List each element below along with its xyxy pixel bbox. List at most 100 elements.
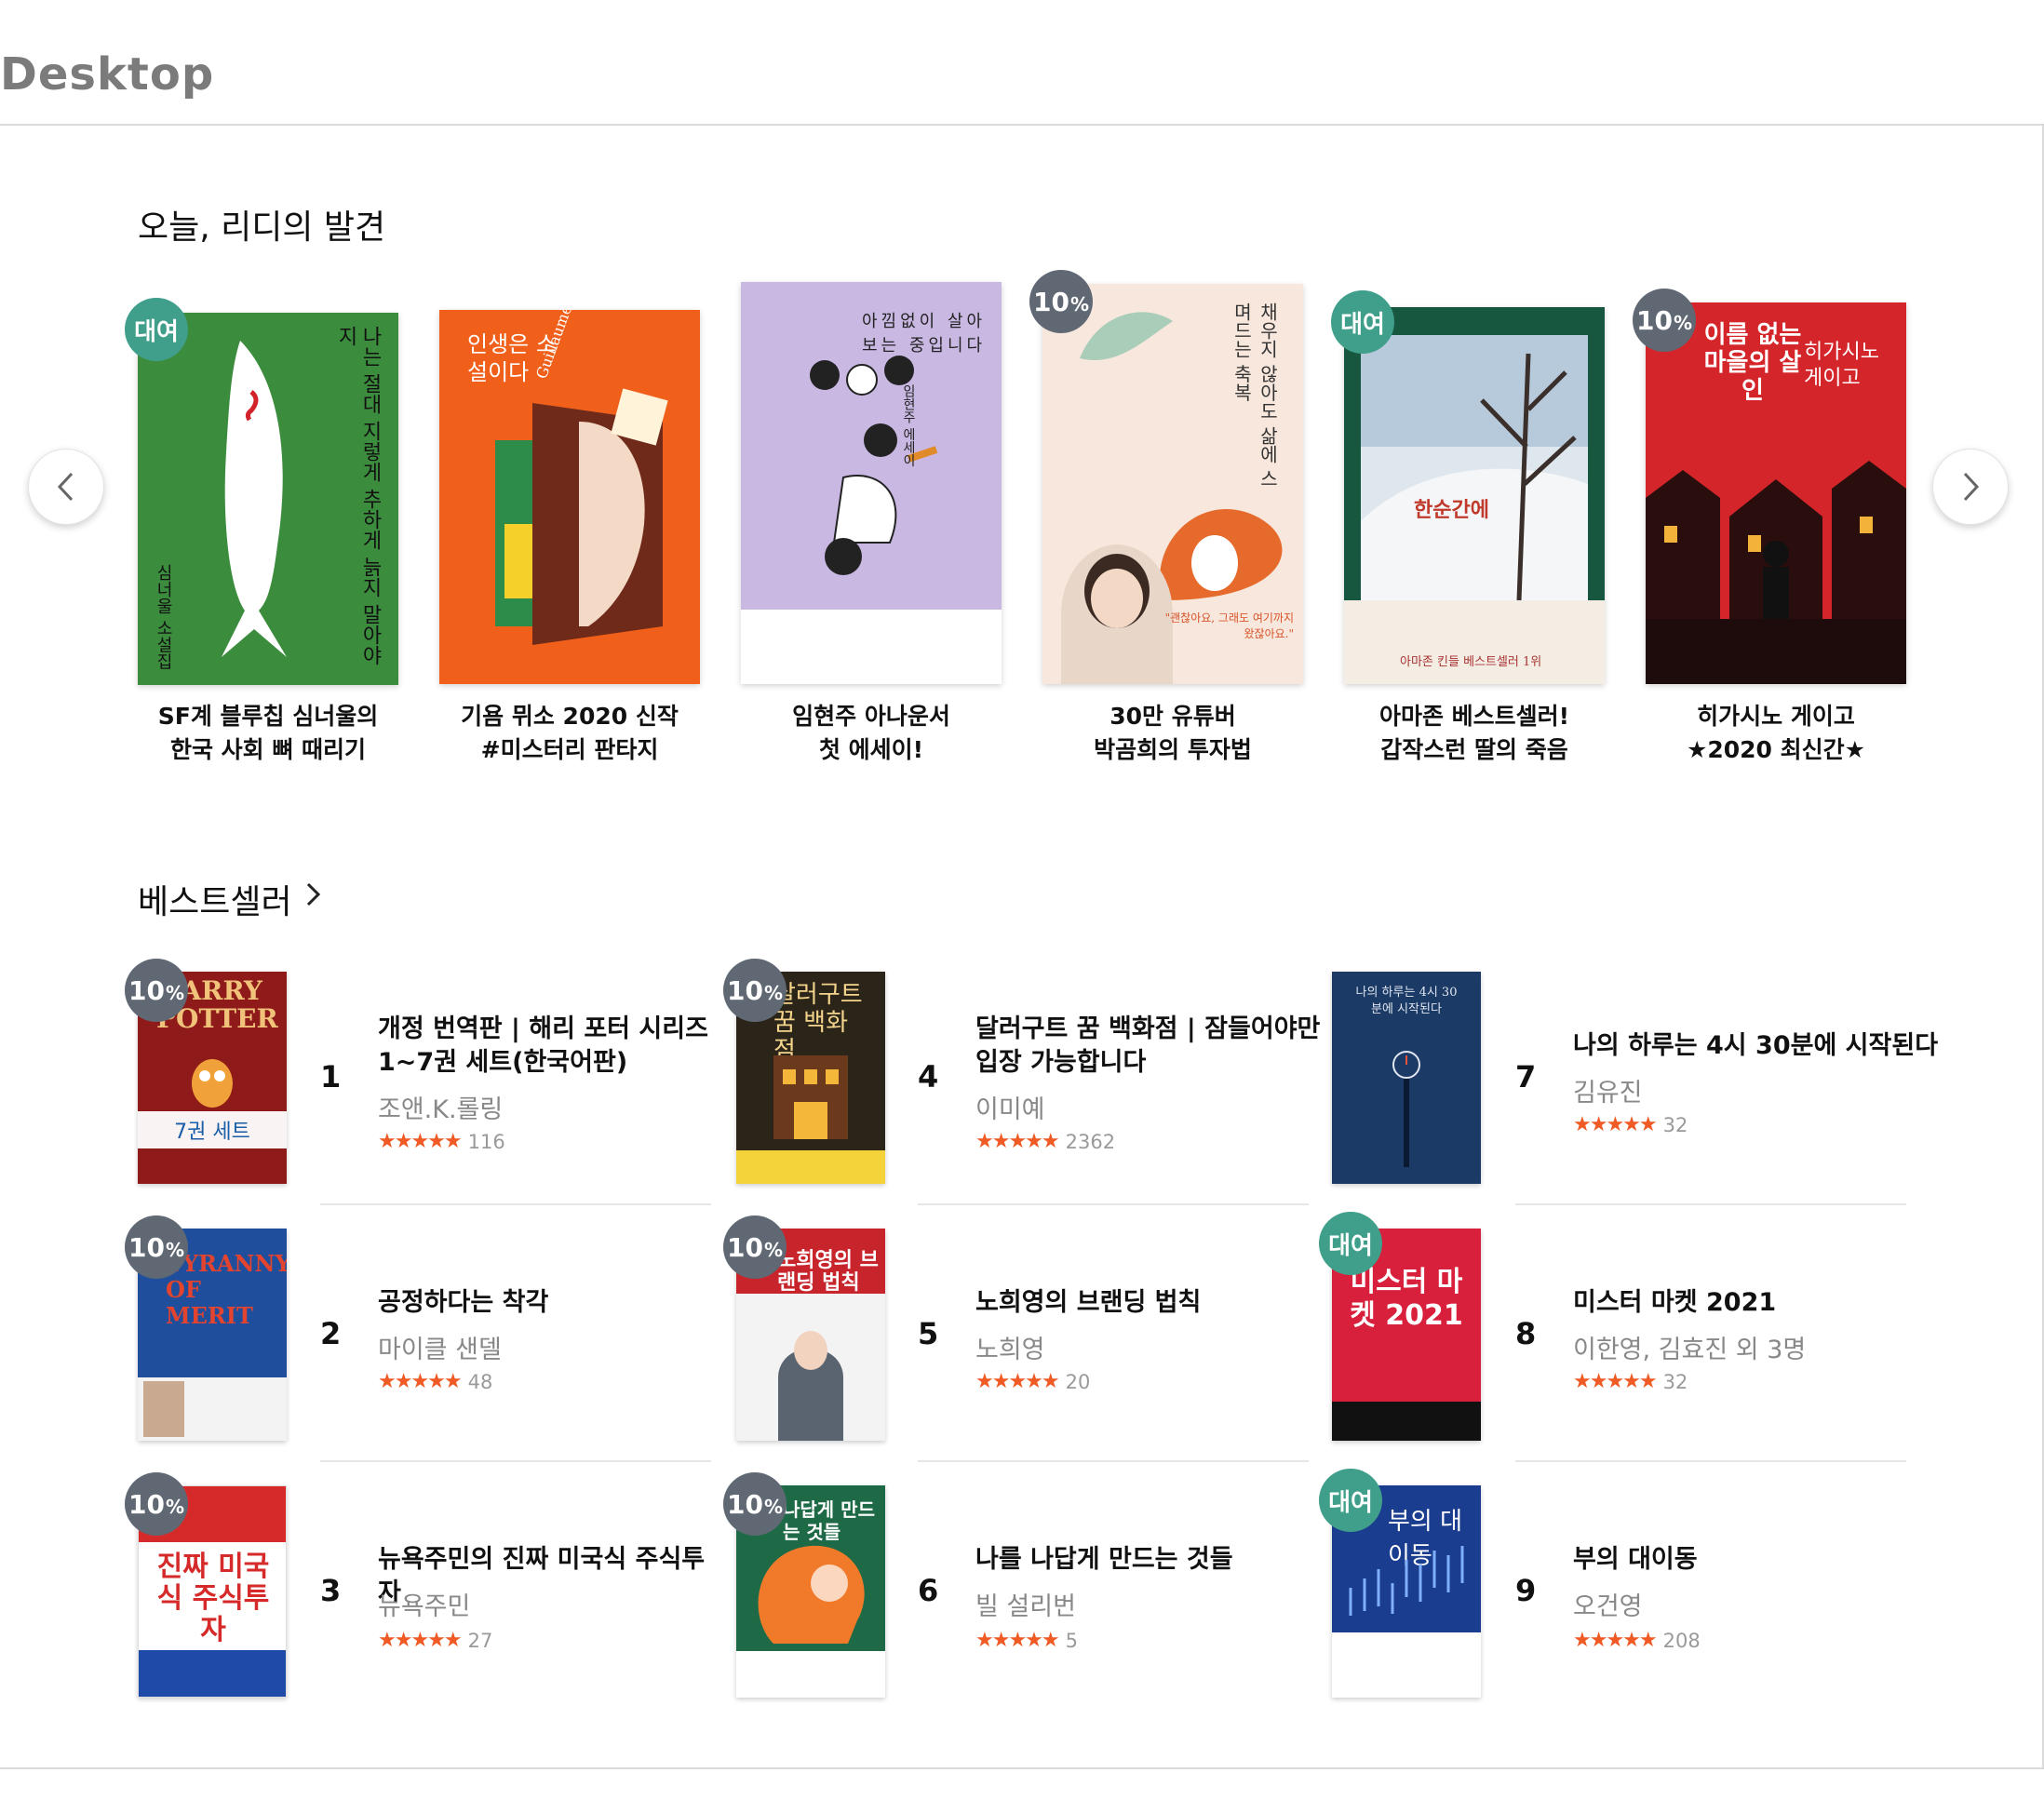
cover-title: 나의 하루는 4시 30분에 시작된다 <box>1355 986 1458 1016</box>
author-photo <box>143 1381 184 1437</box>
discount-badge: 10% <box>723 1215 787 1279</box>
author-photo <box>778 1331 843 1441</box>
star-rating-icon: ★★★★★ <box>378 1130 463 1153</box>
cover-author: 심너울 소설집 <box>154 564 173 670</box>
book-caption: 히가시노 게이고 ★2020 최신간★ <box>1686 703 1866 763</box>
book-rating: ★★★★★ 2362 <box>975 1130 1116 1153</box>
rank-number: 2 <box>320 1316 342 1351</box>
book-cover[interactable]: 나의 하루는 4시 30분에 시작된다 <box>1332 972 1481 1184</box>
book-title[interactable]: 부의 대이동 <box>1573 1543 1908 1577</box>
book-rating: ★★★★★ 116 <box>378 1130 505 1153</box>
book-title[interactable]: 공정하다는 착각 <box>378 1286 713 1320</box>
star-rating-icon: ★★★★★ <box>975 1130 1060 1153</box>
chevron-right-icon[interactable] <box>300 881 326 907</box>
stock-chart-illustration <box>1349 1546 1464 1616</box>
book-rating: ★★★★★ 32 <box>1573 1113 1688 1136</box>
discount-badge: 10% <box>1633 289 1696 352</box>
rank-number: 6 <box>918 1573 939 1608</box>
book-rating: ★★★★★ 5 <box>975 1629 1078 1652</box>
book-title[interactable]: 나의 하루는 4시 30분에 시작된다 <box>1573 1029 1945 1063</box>
woman-profile-illustration <box>495 388 668 645</box>
book-cover[interactable]: 이름 없는 마을의 살인 히가시노 게이고 <box>1646 302 1906 684</box>
rank-number: 8 <box>1515 1316 1537 1351</box>
row-divider <box>1515 1460 1906 1462</box>
book-cover[interactable]: 인생은 소설이다 Guillaume Musso <box>439 310 700 684</box>
star-rating-icon: ★★★★★ <box>975 1629 1060 1652</box>
cover-author: 아마존 킨들 베스트셀러 1위 <box>1400 655 1542 669</box>
star-rating-icon: ★★★★★ <box>378 1629 463 1652</box>
discount-badge: 10% <box>723 959 787 1022</box>
chevron-right-icon <box>1963 472 1980 502</box>
set-label: 7권 세트 <box>138 1111 287 1148</box>
clock-tower-illustration <box>1392 1051 1420 1167</box>
book-title[interactable]: 노희영의 브랜딩 법칙 <box>975 1286 1311 1320</box>
cover-author: 히가시노 게이고 <box>1804 341 1879 390</box>
book-rating: ★★★★★ 32 <box>1573 1370 1688 1393</box>
rank-number: 7 <box>1515 1059 1537 1095</box>
book-title[interactable]: 개정 번역판 | 해리 포터 시리즈 1~7권 세트(한국어판) <box>378 1013 750 1080</box>
rank-number: 3 <box>320 1573 342 1608</box>
book-title[interactable]: 미스터 마켓 2021 <box>1573 1286 1908 1320</box>
book-cover[interactable]: 아낌없이 살아보는 중입니다 임현주 에세이 <box>741 282 1002 684</box>
book-caption: 30만 유튜버 박곰희의 투자법 <box>1094 703 1252 763</box>
cover-title: 진짜 미국식 주식투자 <box>156 1551 270 1646</box>
rental-badge: 대여 <box>1319 1469 1382 1532</box>
book-author[interactable]: 이미예 <box>975 1089 1045 1125</box>
cover-quote: "괜찮아요, 그래도 여기까지 왔잖아요." <box>1164 611 1294 640</box>
cover-title: 이름 없는 마을의 살인 <box>1703 321 1802 405</box>
row-divider <box>918 1203 1309 1205</box>
book-author[interactable]: 조앤.K.롤링 <box>378 1089 503 1125</box>
owl-illustration <box>192 1059 233 1108</box>
cover-author: 임현주 에세이 <box>901 384 916 467</box>
book-rating: ★★★★★ 20 <box>975 1370 1091 1393</box>
rank-number: 1 <box>320 1059 342 1095</box>
cover-title: 나는 절대 지렇게 추하게 늙지 말아야지 <box>334 326 382 665</box>
book-author[interactable]: 뉴욕주민 <box>378 1586 470 1622</box>
cover-title: 노희영의 브랜딩 법칙 <box>777 1248 879 1295</box>
rank-number: 4 <box>918 1059 939 1095</box>
star-rating-icon: ★★★★★ <box>1573 1113 1658 1136</box>
fish-illustration <box>222 341 287 657</box>
book-author[interactable]: 노희영 <box>975 1329 1045 1365</box>
people-illustration <box>810 356 938 575</box>
star-rating-icon: ★★★★★ <box>378 1370 463 1393</box>
discount-badge: 10% <box>125 959 188 1022</box>
row-divider <box>320 1460 711 1462</box>
book-caption: 기욤 뮈소 2020 신작 #미스터리 판타지 <box>461 703 679 763</box>
head-illustration <box>758 1545 865 1644</box>
book-author[interactable]: 오건영 <box>1573 1586 1643 1622</box>
book-caption: SF계 블루칩 심너울의 한국 사회 뼈 때리기 <box>157 703 379 763</box>
discount-badge: 10% <box>125 1472 188 1536</box>
row-divider <box>1515 1203 1906 1205</box>
book-author[interactable]: 마이클 샌델 <box>378 1329 502 1365</box>
book-author[interactable]: 김유진 <box>1573 1072 1643 1108</box>
town-silhouette-illustration <box>1646 461 1906 628</box>
row-divider <box>320 1203 711 1205</box>
book-rating: ★★★★★ 27 <box>378 1629 493 1652</box>
bestseller-section-title[interactable]: 베스트셀러 <box>138 875 292 923</box>
cover-title: 미스터 마켓 2021 <box>1350 1266 1463 1332</box>
star-rating-icon: ★★★★★ <box>975 1370 1060 1393</box>
book-author[interactable]: 빌 설리번 <box>975 1586 1076 1622</box>
book-cover[interactable]: 나는 절대 지렇게 추하게 늙지 말아야지 심너울 소설집 <box>138 313 398 685</box>
book-author[interactable]: 이한영, 김효진 외 3명 <box>1573 1329 1806 1365</box>
cover-title: 한순간에 <box>1414 498 1489 522</box>
star-rating-icon: ★★★★★ <box>1573 1629 1658 1652</box>
building-illustration <box>773 1055 848 1139</box>
star-rating-icon: ★★★★★ <box>1573 1370 1658 1393</box>
carousel-prev-button[interactable] <box>28 449 104 525</box>
cover-title: 달러구트 꿈 백화점 <box>773 981 863 1065</box>
page-label: Desktop <box>0 48 215 101</box>
author-photo <box>1061 544 1173 684</box>
carousel-next-button[interactable] <box>1932 449 2009 525</box>
book-cover[interactable]: 채우지 않아도 삶에 스며드는 축복 "괜찮아요, 그래도 여기까지 왔잖아요.… <box>1042 284 1303 684</box>
book-caption: 아마존 베스트셀러! 갑작스런 딸의 죽음 <box>1378 703 1570 763</box>
book-rating: ★★★★★ 48 <box>378 1370 493 1393</box>
book-cover[interactable]: 한순간에 아마존 킨들 베스트셀러 1위 <box>1344 307 1605 684</box>
rank-number: 5 <box>918 1316 939 1351</box>
discount-badge: 10% <box>1029 270 1093 333</box>
book-caption: 임현주 아나운서 첫 에세이! <box>792 703 950 763</box>
chevron-left-icon <box>57 472 74 502</box>
book-title[interactable]: 달러구트 꿈 백화점 | 잠들어야만 입장 가능합니다 <box>975 1013 1348 1080</box>
book-title[interactable]: 나를 나답게 만드는 것들 <box>975 1543 1311 1577</box>
